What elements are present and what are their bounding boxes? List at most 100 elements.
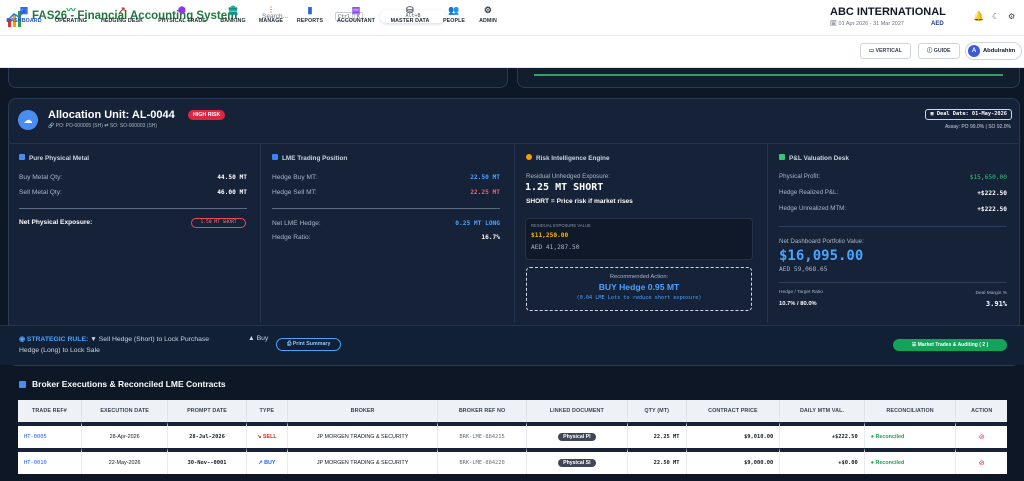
table-row[interactable]: HT-0005 28-Apr-2026 28-Jul-2026 ↘ SELL J… (18, 422, 1007, 448)
market-trades-button[interactable]: ☰ Market Trades & Auditing ( 2 ) (893, 339, 1007, 351)
hedge-buy-label: Hedge Buy MT: (272, 174, 318, 181)
previous-card-right (517, 68, 1020, 88)
nav-operating[interactable]: 〰 OPERATING (53, 4, 89, 24)
cube-icon: ⬢ (178, 5, 186, 15)
physical-header: Pure Physical Metal (19, 154, 89, 162)
pnl-column (767, 143, 1020, 323)
col-trade-ref[interactable]: TRADE REF# (18, 400, 82, 422)
table-icon (19, 381, 26, 388)
linked-document-badge[interactable]: Physical SI (558, 459, 596, 467)
lme-header: LME Trading Position (272, 154, 347, 162)
hedge-sell-label: Hedge Sell MT: (272, 189, 317, 196)
previous-card-left (8, 68, 508, 88)
moon-icon[interactable]: ☾ (992, 12, 999, 21)
nav-banking[interactable]: 🏛 BANKING (217, 4, 249, 24)
nav-label: MASTER DATA (390, 18, 430, 24)
strategic-rule-sell: ▼ Sell Hedge (Short) to Lock Purchase (90, 336, 210, 343)
people-icon: 👥 (448, 5, 460, 15)
hedge-sell-value: 22.25 MT (470, 189, 500, 196)
risk-header-text: Risk Intelligence Engine (536, 155, 610, 162)
help-icon: ⓘ (927, 48, 934, 54)
trade-type: ↘ SELL (246, 422, 288, 448)
money-icon (779, 154, 785, 160)
buy-qty-label: Buy Metal Qty: (19, 174, 63, 181)
recommended-action-box[interactable]: Recommended Action: BUY Hedge 0.95 MT (0… (526, 267, 752, 311)
print-summary-label: Print Summary (292, 341, 331, 347)
unrealized-value: +$222.50 (977, 206, 1007, 213)
nav-physical-trade[interactable]: ⬢ PHYSICAL TRADE (155, 4, 209, 24)
col-action[interactable]: ACTION (956, 400, 1007, 422)
print-summary-button[interactable]: ⎙ Print Summary (276, 338, 342, 351)
col-qty[interactable]: QTY (MT) (627, 400, 687, 422)
daily-mtm: +$222.50 (780, 422, 865, 448)
database-icon: ⛁ (406, 5, 414, 15)
col-type[interactable]: TYPE (246, 400, 288, 422)
nav-reports[interactable]: ▮ REPORTS (295, 4, 325, 24)
strategic-rule: ◉ STRATEGIC RULE: ▼ Sell Hedge (Short) t… (19, 335, 209, 343)
net-physical-badge: 1.50 MT SHORT (191, 218, 246, 228)
broker-section-title: Broker Executions & Reconciled LME Contr… (19, 379, 226, 389)
col-contract-price[interactable]: CONTRACT PRICE (686, 400, 781, 422)
metal-icon (19, 154, 25, 160)
link-icon: 🔗 (48, 123, 56, 129)
bar-chart-icon: ▮ (307, 5, 313, 15)
currency-label[interactable]: AED (931, 21, 944, 27)
fiscal-period-text: 01 Apr 2026 - 31 Mar 2027 (838, 21, 904, 27)
bank-icon: 🏛 (227, 5, 239, 15)
nav-manage[interactable]: ⫶ MANAGE (256, 4, 286, 24)
physical-profit-value: $15,650.00 (969, 174, 1007, 181)
strategic-rule-label: ◉ STRATEGIC RULE: (19, 336, 89, 343)
col-linked-document[interactable]: LINKED DOCUMENT (526, 400, 628, 422)
linked-document-cell: Physical SI (526, 448, 628, 474)
allocation-title: Allocation Unit: AL-0044 (48, 109, 175, 121)
settings-icon[interactable]: ⚙ (1008, 12, 1015, 21)
col-daily-mtm[interactable]: DAILY MTM VAL. (780, 400, 865, 422)
realized-label: Hedge Realized P&L: (779, 189, 839, 196)
prompt-date: 28-Jul-2026 (168, 422, 247, 448)
fiscal-period: 🗓 01 Apr 2026 - 31 Mar 2027 (830, 21, 904, 27)
col-prompt-date[interactable]: PROMPT DATE (168, 400, 247, 422)
nav-hedging-desk[interactable]: ↗ HEDGING DESK (99, 4, 145, 24)
trade-ref-link[interactable]: HT-0005 (18, 422, 82, 448)
nav-label: PEOPLE (442, 18, 466, 24)
net-lme-value: 0.25 MT LONG (455, 220, 500, 227)
rec-note: (0.04 LME Lots to reduce short exposure) (576, 295, 702, 301)
strategic-rule-bar (0, 325, 1024, 365)
market-trades-label: Market Trades & Auditing ( 2 ) (917, 342, 989, 348)
nav-accountant[interactable]: ▤ ACCOUNTANT (334, 4, 378, 24)
table-row[interactable]: HT-0010 22-May-2026 30-Nov--0001 ↗ BUY J… (18, 448, 1007, 474)
residual-value: 1.25 MT SHORT (525, 182, 604, 193)
col-reconciliation[interactable]: RECONCILIATION (864, 400, 957, 422)
linked-document-badge[interactable]: Physical PI (558, 433, 596, 441)
unlink-icon[interactable]: ⊘ (979, 460, 985, 467)
nav-admin[interactable]: ⚙ ADMIN (476, 4, 500, 24)
residual-box-label: RESIDUAL EXPOSURE VALUE (531, 223, 591, 228)
reconciled-status: ● Reconciled (864, 448, 957, 474)
sell-qty-label: Sell Metal Qty: (19, 189, 62, 196)
col-broker-ref[interactable]: BROKER REF NO (438, 400, 527, 422)
company-name[interactable]: ABC INTERNATIONAL (830, 6, 946, 18)
guide-button[interactable]: ⓘ GUIDE (918, 43, 960, 59)
rec-action: BUY Hedge 0.95 MT (598, 282, 680, 292)
deal-date-text: Deal Date: 01-May-2026 (936, 111, 1007, 117)
bell-icon[interactable]: 🔔 (973, 11, 984, 22)
execution-date: 22-May-2026 (81, 448, 169, 474)
nav-dashboard[interactable]: ▦ DASHBOARD (5, 4, 43, 24)
vertical-button[interactable]: ▭ VERTICAL (860, 43, 911, 59)
lme-column (260, 143, 514, 323)
lme-header-text: LME Trading Position (282, 155, 348, 162)
user-menu[interactable]: A Abdulrahim (965, 42, 1022, 60)
nav-master-data[interactable]: ⛁ MASTER DATA (388, 4, 432, 24)
user-name: Abdulrahim (983, 48, 1016, 54)
divider (272, 208, 500, 209)
col-execution-date[interactable]: EXECUTION DATE (81, 400, 169, 422)
table-header-row: TRADE REF# EXECUTION DATE PROMPT DATE TY… (18, 400, 1007, 422)
allocation-icon: ☁ (18, 110, 38, 130)
nav-people[interactable]: 👥 PEOPLE (441, 4, 467, 24)
trade-ref-link[interactable]: HT-0010 (18, 448, 82, 474)
contract-price: $9,000.00 (686, 448, 781, 474)
hedge-buy-value: 22.50 MT (470, 174, 500, 181)
col-broker[interactable]: BROKER (287, 400, 439, 422)
book-icon: ▤ (351, 5, 361, 15)
unlink-icon[interactable]: ⊘ (979, 434, 985, 441)
